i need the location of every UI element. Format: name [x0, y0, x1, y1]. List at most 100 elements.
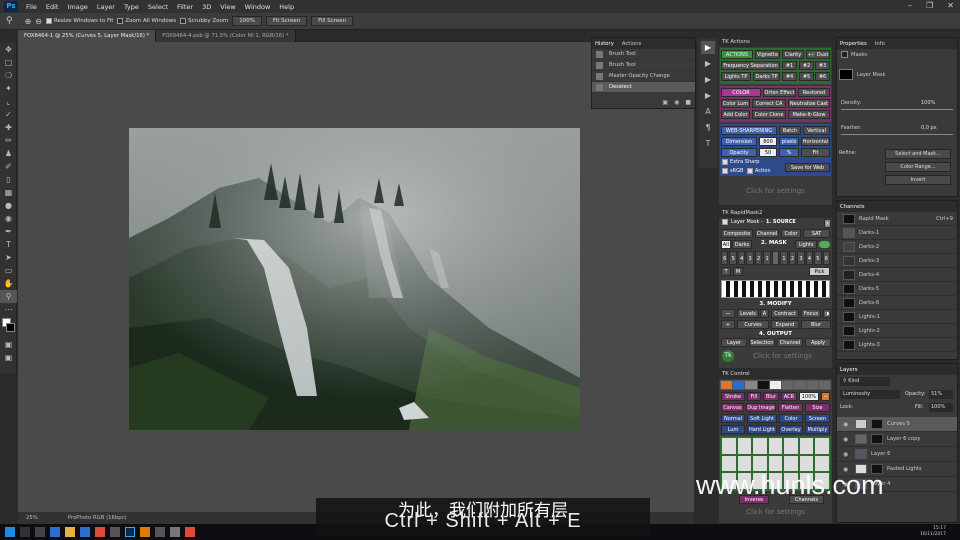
percent-100-button[interactable]: 100% [799, 392, 819, 401]
color-blend-button[interactable]: Color [779, 414, 803, 423]
fill-input[interactable]: 100% [929, 403, 953, 412]
flatten-button[interactable]: Flatten [778, 403, 803, 412]
tool-grid-icon[interactable] [799, 455, 814, 472]
vignette-button[interactable]: Vignette [755, 50, 780, 59]
clear-icon[interactable] [818, 381, 830, 389]
pick-button[interactable]: Pick [809, 267, 830, 276]
apply-button[interactable]: Apply [805, 338, 831, 347]
history-item[interactable]: Brush Tool [592, 60, 695, 71]
color-clone-button[interactable]: Color Clone [752, 110, 786, 119]
quick-mask-icon[interactable]: ▣ [0, 338, 17, 351]
eye-icon[interactable]: ◉ [843, 421, 851, 428]
density-value[interactable]: 100% [921, 100, 935, 106]
t-button[interactable]: T [721, 267, 731, 276]
minus-icon[interactable]: − [821, 392, 830, 401]
rapidmask-settings-link[interactable]: Click for settings [733, 352, 832, 360]
stroke-button[interactable]: Stroke [721, 392, 745, 401]
healing-tool-icon[interactable]: ✚ [0, 121, 17, 134]
dup-image-button[interactable]: Dup Image [746, 403, 776, 412]
output-channel-button[interactable]: Channel [777, 338, 803, 347]
tone-button[interactable]: 3 [797, 251, 805, 265]
lights-button[interactable]: Lights [795, 240, 817, 249]
action-checkbox[interactable]: Action [747, 168, 771, 174]
close-button[interactable]: ✕ [947, 1, 954, 10]
eyedropper-icon[interactable]: ✓ [0, 108, 17, 121]
stamp-tool-icon[interactable]: ♟ [0, 147, 17, 160]
feather-value[interactable]: 0,0 px [921, 125, 937, 131]
fill-screen-button[interactable]: Fill Screen [311, 16, 354, 26]
menu-3d[interactable]: 3D [202, 3, 211, 11]
brush-tool-icon[interactable]: ✏ [0, 134, 17, 147]
channel-row[interactable]: Darks-1 [837, 226, 957, 240]
wand-icon[interactable] [794, 381, 806, 389]
app-icon[interactable] [110, 527, 120, 537]
save-for-web-button[interactable]: Save for Web [785, 163, 830, 172]
normal-blend-button[interactable]: Normal [721, 414, 745, 423]
tab-properties[interactable]: Properties [840, 41, 867, 47]
zoom-all-checkbox[interactable]: Zoom All Windows [117, 18, 176, 24]
blur-button[interactable]: Blur [801, 320, 831, 329]
new-layer-icon[interactable] [721, 381, 733, 389]
correct-ca-button[interactable]: Correct CA [752, 99, 786, 108]
zoom-tool-icon[interactable]: ⚲ [6, 16, 13, 26]
menu-type[interactable]: Type [124, 3, 139, 11]
tab-info[interactable]: Info [875, 41, 885, 47]
extra-sharp-checkbox[interactable]: Extra Sharp [722, 159, 759, 165]
channel-row[interactable]: Darks-5 [837, 282, 957, 296]
levels-button[interactable]: Levels [737, 309, 759, 318]
batch-button[interactable]: Batch [779, 126, 801, 135]
overlay-blend-button[interactable]: Overlay [779, 425, 803, 434]
brush-icon[interactable] [745, 381, 757, 389]
layer-icon[interactable] [733, 381, 745, 389]
edge-icon[interactable] [50, 527, 60, 537]
horizontal-button[interactable]: Horizontal [801, 137, 830, 146]
tool-grid-icon[interactable] [737, 438, 752, 454]
a-button[interactable]: A [760, 309, 769, 318]
resize-windows-checkbox[interactable]: Resize Windows to Fit [46, 18, 113, 24]
hard-light-button[interactable]: Hard Light [747, 425, 777, 434]
tool-grid-icon[interactable] [799, 438, 814, 454]
zoom-100-button[interactable]: 100% [232, 16, 262, 26]
channel-row[interactable]: Lights-1 [837, 310, 957, 324]
actions-settings-link[interactable]: Click for settings [719, 187, 832, 195]
menu-view[interactable]: View [220, 3, 235, 11]
tab-history[interactable]: History [595, 41, 614, 47]
tone-button[interactable]: 6 [822, 251, 831, 265]
canvas-button[interactable]: Canvas [721, 403, 744, 412]
tone-button[interactable]: 3 [746, 251, 754, 265]
tool-grid-icon[interactable] [784, 455, 798, 472]
eraser-icon[interactable] [782, 381, 794, 389]
chrome-icon[interactable] [95, 527, 105, 537]
play-icon[interactable]: ▶ [701, 73, 715, 86]
doc-tab-active[interactable]: FOX8464-1 @ 25% (Curves 5, Layer Mask/16… [18, 30, 157, 42]
tone-button[interactable]: 6 [721, 251, 729, 265]
opacity-input[interactable]: 50 [759, 148, 777, 157]
tool-grid-icon[interactable] [784, 438, 798, 454]
srgb-checkbox[interactable]: sRGB [722, 168, 743, 174]
eye-icon[interactable]: ◉ [843, 436, 851, 443]
density-slider[interactable] [841, 109, 953, 110]
dust-button[interactable]: +/- Dust [806, 50, 830, 59]
focus-dial-icon[interactable]: ◑ [823, 309, 831, 318]
windows-start-icon[interactable] [5, 527, 15, 537]
feather-slider[interactable] [841, 134, 953, 135]
add-color-button[interactable]: Add Color [721, 110, 750, 119]
fs-1-button[interactable]: #1 [782, 61, 797, 70]
tone-button[interactable]: 2 [754, 251, 763, 265]
darks-tp-button[interactable]: Darks TP [753, 72, 780, 81]
zoom-level[interactable]: 25% [26, 515, 38, 521]
focus-button[interactable]: Focus [801, 309, 821, 318]
fit-screen-button[interactable]: Fit Screen [265, 16, 308, 26]
color-swatches[interactable] [0, 316, 16, 338]
tp-6-button[interactable]: #6 [815, 72, 830, 81]
channel-row[interactable]: Darks-3 [837, 254, 957, 268]
layer-row[interactable]: ◉ Layer 6 [837, 447, 957, 462]
layer-filter-select[interactable]: ⚲ Kind [840, 377, 890, 386]
minus-icon[interactable]: — [721, 309, 735, 318]
history-item[interactable]: Deselect [592, 82, 695, 93]
menu-select[interactable]: Select [148, 3, 168, 11]
layer-mask-checkbox[interactable]: Layer Mask -1. SOURCE [722, 219, 796, 225]
acr-button[interactable]: ACR [781, 392, 797, 401]
history-item[interactable]: Brush Tool [592, 49, 695, 60]
channel-row[interactable]: Darks-4 [837, 268, 957, 282]
